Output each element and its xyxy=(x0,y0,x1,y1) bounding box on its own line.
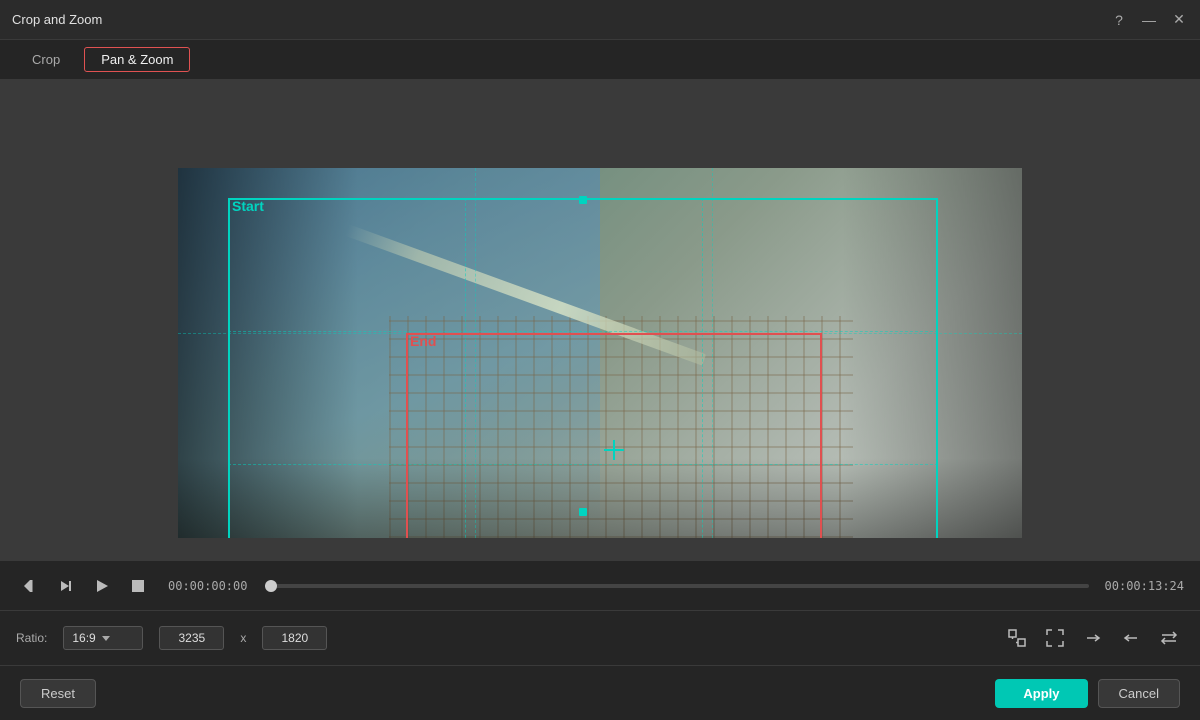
controls-bar: 00:00:00:00 00:00:13:24 xyxy=(0,560,1200,610)
action-bar: Reset Apply Cancel xyxy=(0,665,1200,720)
guide-horizontal xyxy=(178,333,1022,334)
close-button[interactable]: ✕ xyxy=(1170,11,1188,29)
swap-button[interactable] xyxy=(1154,623,1184,653)
minimize-button[interactable]: — xyxy=(1140,11,1158,29)
close-icon: ✕ xyxy=(1173,11,1185,28)
vignette-bottom xyxy=(178,458,1022,538)
progress-bar[interactable] xyxy=(271,584,1088,588)
cancel-button[interactable]: Cancel xyxy=(1098,679,1180,708)
time-end: 00:00:13:24 xyxy=(1105,579,1184,593)
align-right-button[interactable] xyxy=(1078,623,1108,653)
swap-icon xyxy=(1159,628,1179,648)
tab-crop[interactable]: Crop xyxy=(16,48,76,71)
tab-bar: Crop Pan & Zoom xyxy=(0,40,1200,80)
height-input[interactable] xyxy=(262,626,327,650)
ratio-select[interactable]: 16:9 xyxy=(63,626,143,650)
handle-dot-top[interactable] xyxy=(579,196,587,204)
main-area: Start End xyxy=(0,80,1200,720)
apply-button[interactable]: Apply xyxy=(995,679,1087,708)
stop-icon xyxy=(130,578,146,594)
video-frame: Start End xyxy=(178,168,1022,538)
dimension-separator: x xyxy=(240,631,246,645)
crosshair-vertical xyxy=(613,440,615,460)
icon-group-right xyxy=(1002,623,1184,653)
reset-button[interactable]: Reset xyxy=(20,679,96,708)
gray-bottom xyxy=(0,538,1200,560)
ratio-value: 16:9 xyxy=(72,631,95,645)
align-right-icon xyxy=(1083,628,1103,648)
gray-top xyxy=(0,80,1200,168)
help-button[interactable]: ? xyxy=(1110,11,1128,29)
fullscreen-icon xyxy=(1045,628,1065,648)
guide-vertical-1 xyxy=(475,168,476,538)
chevron-down-icon xyxy=(100,632,112,644)
width-input[interactable] xyxy=(159,626,224,650)
start-grid-v1 xyxy=(465,198,466,538)
gray-left xyxy=(0,168,178,538)
play-icon xyxy=(94,578,110,594)
progress-handle[interactable] xyxy=(265,580,277,592)
step-forward-icon xyxy=(58,578,74,594)
title-bar: Crop and Zoom ? — ✕ xyxy=(0,0,1200,40)
tab-pan-zoom[interactable]: Pan & Zoom xyxy=(84,47,190,72)
start-grid-h3 xyxy=(228,464,938,465)
play-button[interactable] xyxy=(88,572,116,600)
step-forward-button[interactable] xyxy=(52,572,80,600)
end-crosshair xyxy=(604,440,624,460)
stop-button[interactable] xyxy=(124,572,152,600)
start-handle-bottom xyxy=(228,508,938,516)
guide-vertical-2 xyxy=(712,168,713,538)
preview-area: Start End xyxy=(0,80,1200,560)
align-left-icon xyxy=(1121,628,1141,648)
fullscreen-button[interactable] xyxy=(1040,623,1070,653)
time-current: 00:00:00:00 xyxy=(168,579,247,593)
window-title: Crop and Zoom xyxy=(12,12,102,27)
minimize-icon: — xyxy=(1142,12,1156,28)
align-left-button[interactable] xyxy=(1116,623,1146,653)
skip-back-button[interactable] xyxy=(16,572,44,600)
start-grid-v2 xyxy=(702,198,703,538)
settings-bar: Ratio: 16:9 x xyxy=(0,610,1200,665)
start-handle-top xyxy=(228,196,938,204)
gray-right xyxy=(1022,168,1200,538)
handle-dot-bottom[interactable] xyxy=(579,508,587,516)
help-icon: ? xyxy=(1115,12,1123,28)
skip-back-icon xyxy=(22,578,38,594)
fit-aspect-button[interactable] xyxy=(1002,623,1032,653)
action-right: Apply Cancel xyxy=(995,679,1180,708)
fit-aspect-icon xyxy=(1007,628,1027,648)
ratio-label: Ratio: xyxy=(16,631,47,645)
start-grid-h2 xyxy=(228,331,938,332)
